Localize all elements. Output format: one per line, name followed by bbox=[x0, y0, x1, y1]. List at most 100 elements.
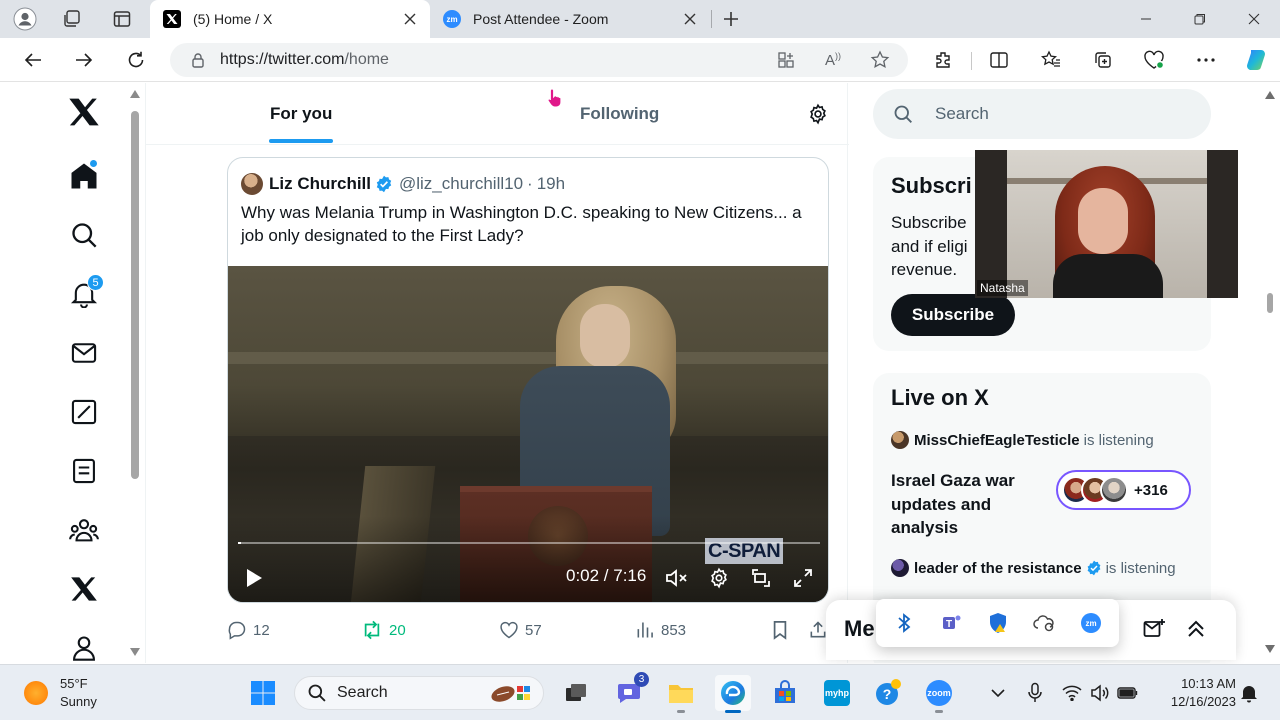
x-search-input[interactable]: Search bbox=[873, 89, 1211, 139]
scroll-up-arrow-icon[interactable] bbox=[1265, 91, 1275, 99]
messages-envelope-icon[interactable] bbox=[62, 331, 106, 375]
profile-person-icon[interactable] bbox=[62, 626, 106, 663]
video-settings-gear-icon[interactable] bbox=[706, 564, 732, 592]
video-player[interactable]: C-SPAN 0:02 / 7:16 bbox=[228, 266, 828, 602]
post-time[interactable]: 19h bbox=[537, 174, 565, 194]
tab-for-you[interactable]: For you bbox=[270, 83, 332, 145]
read-aloud-icon[interactable]: A)) bbox=[821, 48, 845, 72]
app-available-icon[interactable] bbox=[774, 48, 798, 72]
fullscreen-icon[interactable] bbox=[790, 564, 816, 592]
picture-in-picture-icon[interactable] bbox=[748, 564, 774, 592]
space-host-row[interactable]: MissChiefEagleTesticle is listening bbox=[891, 429, 1154, 451]
wifi-icon[interactable] bbox=[1060, 681, 1084, 705]
mute-icon[interactable] bbox=[664, 564, 690, 592]
zoom-app-icon[interactable]: zoom bbox=[921, 675, 957, 713]
lock-icon[interactable] bbox=[190, 52, 206, 68]
taskbar-search[interactable]: Search bbox=[294, 676, 544, 710]
notifications-bell-icon[interactable]: 5 bbox=[62, 272, 106, 316]
weather-widget[interactable]: 55°F Sunny bbox=[24, 675, 97, 711]
close-tab-icon[interactable] bbox=[398, 7, 422, 31]
volume-icon[interactable] bbox=[1088, 681, 1112, 705]
new-message-icon[interactable] bbox=[1141, 616, 1167, 642]
scroll-down-arrow-icon[interactable] bbox=[130, 647, 140, 657]
bluetooth-icon[interactable] bbox=[892, 611, 916, 635]
subscribe-button[interactable]: Subscribe bbox=[891, 294, 1015, 336]
explore-search-icon[interactable] bbox=[62, 213, 106, 257]
play-icon[interactable] bbox=[242, 564, 266, 592]
minimize-button[interactable] bbox=[1120, 0, 1172, 38]
file-explorer-icon[interactable] bbox=[663, 675, 699, 713]
collections-icon[interactable] bbox=[1087, 44, 1119, 76]
like-button[interactable]: 57 bbox=[499, 618, 542, 642]
share-button[interactable] bbox=[808, 618, 828, 642]
myhp-icon[interactable]: myhp bbox=[819, 675, 855, 711]
reply-button[interactable]: 12 bbox=[227, 618, 270, 642]
author-handle[interactable]: @liz_churchill10 bbox=[399, 174, 523, 194]
refresh-icon[interactable] bbox=[120, 44, 152, 76]
expand-drawer-icon[interactable] bbox=[1183, 616, 1209, 642]
author-name[interactable]: Liz Churchill bbox=[269, 174, 371, 194]
back-icon[interactable] bbox=[17, 44, 49, 76]
more-options-icon[interactable] bbox=[1190, 44, 1222, 76]
home-icon[interactable] bbox=[62, 154, 106, 198]
sidebar-scrollbar[interactable] bbox=[128, 89, 142, 657]
timeline-settings-gear-icon[interactable] bbox=[804, 100, 832, 128]
zoom-tray-icon[interactable]: zm bbox=[1079, 611, 1103, 635]
scroll-down-arrow-icon[interactable] bbox=[1265, 645, 1275, 653]
copilot-icon[interactable] bbox=[1240, 44, 1272, 76]
start-button[interactable] bbox=[245, 675, 281, 711]
profile-icon[interactable] bbox=[10, 4, 40, 34]
scrollbar-thumb[interactable] bbox=[1267, 293, 1273, 313]
system-clock[interactable]: 10:13 AM 12/16/2023 bbox=[1150, 675, 1236, 711]
tab-x-home[interactable]: (5) Home / X bbox=[150, 0, 430, 38]
scroll-up-arrow-icon[interactable] bbox=[130, 89, 140, 99]
avatar[interactable] bbox=[241, 173, 263, 195]
close-window-button[interactable] bbox=[1228, 0, 1280, 38]
new-tab-button[interactable] bbox=[716, 4, 746, 34]
repost-button[interactable]: 20 bbox=[361, 618, 406, 642]
tab-actions-icon[interactable] bbox=[107, 4, 137, 34]
tab-zoom[interactable]: zm Post Attendee - Zoom bbox=[430, 0, 710, 38]
bookmark-button[interactable] bbox=[771, 618, 789, 642]
tab-separator bbox=[711, 10, 712, 28]
x-logo-icon[interactable] bbox=[62, 90, 106, 134]
favorite-star-icon[interactable] bbox=[868, 48, 892, 72]
premium-x-icon[interactable] bbox=[62, 567, 106, 611]
get-help-icon[interactable]: ? bbox=[870, 675, 906, 711]
close-tab-icon[interactable] bbox=[678, 7, 702, 31]
tab-following[interactable]: Following bbox=[580, 83, 659, 145]
quoted-post-card[interactable]: Liz Churchill @liz_churchill10 · 19h Why… bbox=[227, 157, 829, 603]
split-screen-icon[interactable] bbox=[983, 44, 1015, 76]
extensions-icon[interactable] bbox=[927, 44, 959, 76]
views-button[interactable]: 853 bbox=[635, 618, 686, 642]
chat-app-icon[interactable]: 3 bbox=[611, 672, 649, 711]
video-progress-bar[interactable] bbox=[238, 542, 820, 544]
scrollbar-thumb[interactable] bbox=[131, 111, 139, 479]
teams-icon[interactable]: T bbox=[940, 611, 964, 635]
onedrive-sync-icon[interactable] bbox=[1032, 611, 1056, 635]
grok-icon[interactable] bbox=[62, 390, 106, 434]
microphone-icon[interactable] bbox=[1023, 681, 1047, 705]
task-view-icon[interactable] bbox=[558, 675, 594, 711]
forward-icon[interactable] bbox=[68, 44, 100, 76]
notification-bell-icon[interactable] bbox=[1237, 681, 1261, 705]
space-title[interactable]: Israel Gaza war updates and analysis bbox=[891, 469, 1041, 540]
address-bar[interactable]: https://twitter.com/home A)) bbox=[170, 43, 908, 77]
space-host-row[interactable]: leader of the resistance is listening bbox=[891, 557, 1176, 579]
battery-icon[interactable] bbox=[1116, 681, 1140, 705]
restore-button[interactable] bbox=[1174, 0, 1226, 38]
show-hidden-icons-chevron-icon[interactable] bbox=[986, 681, 1010, 705]
browser-tab-strip: (5) Home / X zm Post Attendee - Zoom bbox=[0, 0, 1280, 38]
lists-icon[interactable] bbox=[62, 449, 106, 493]
microsoft-store-icon[interactable] bbox=[767, 675, 803, 711]
browser-essentials-icon[interactable] bbox=[1138, 44, 1170, 76]
page-scrollbar[interactable] bbox=[1259, 83, 1280, 663]
zoom-participant-video[interactable]: Natasha bbox=[975, 150, 1238, 298]
security-shield-warning-icon[interactable] bbox=[986, 611, 1010, 635]
unread-dot bbox=[89, 159, 98, 168]
communities-icon[interactable] bbox=[62, 508, 106, 552]
edge-browser-icon[interactable] bbox=[715, 675, 751, 713]
favorites-icon[interactable] bbox=[1035, 44, 1067, 76]
workspaces-icon[interactable] bbox=[57, 4, 87, 34]
space-listeners-pill[interactable]: +316 bbox=[1056, 470, 1191, 510]
